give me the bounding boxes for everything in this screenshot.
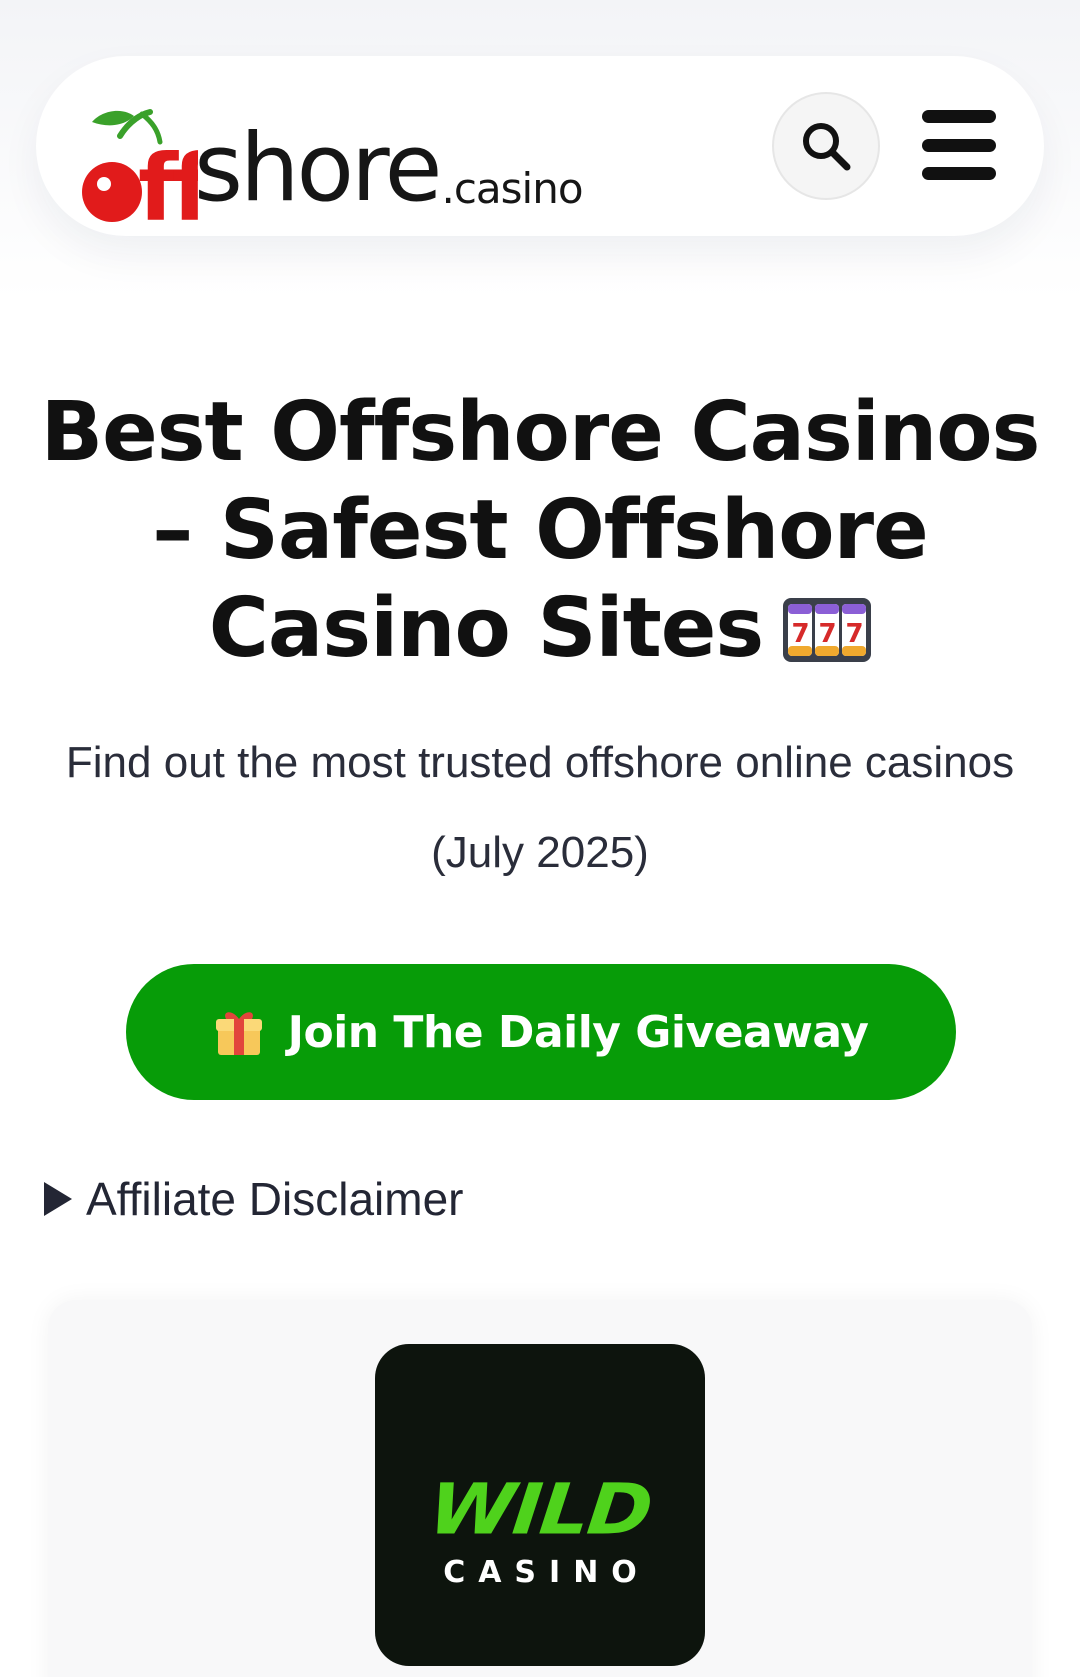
join-daily-giveaway-button[interactable]: Join The Daily Giveaway <box>126 964 956 1100</box>
page-title: Best Offshore Casinos – Safest Offshore … <box>20 384 1060 678</box>
disclosure-triangle-icon <box>44 1182 72 1216</box>
gift-icon <box>215 1012 262 1055</box>
menu-bar <box>922 138 996 152</box>
casino-logo-sub: CASINO <box>443 1554 650 1590</box>
search-button[interactable] <box>772 92 880 200</box>
affiliate-disclaimer-label: Affiliate Disclaimer <box>86 1173 464 1225</box>
site-header: ff shore .casino <box>36 56 1044 236</box>
cta-label: Join The Daily Giveaway <box>287 1006 869 1058</box>
casino-logo-word: WILD <box>424 1469 656 1550</box>
cherry-ff-logo-icon: ff <box>82 109 198 224</box>
svg-text:7: 7 <box>846 619 863 649</box>
slot-machine-777-icon: 7 7 7 <box>783 598 872 662</box>
svg-text:ff: ff <box>138 135 198 224</box>
logo-word: shore <box>194 114 442 223</box>
menu-bar <box>922 110 996 123</box>
hamburger-menu-button[interactable] <box>922 110 998 180</box>
site-logo[interactable]: ff shore .casino <box>80 84 584 224</box>
svg-text:7: 7 <box>792 619 809 649</box>
svg-text:7: 7 <box>819 619 836 649</box>
search-icon <box>803 123 851 171</box>
page-title-text: Best Offshore Casinos – Safest Offshore … <box>40 385 1041 676</box>
affiliate-disclaimer-toggle[interactable]: Affiliate Disclaimer <box>44 1172 463 1226</box>
page: ff shore .casino Best Offshore Casinos –… <box>0 0 1080 1677</box>
page-subtitle: Find out the most trusted offshore onlin… <box>65 738 1015 877</box>
menu-bar <box>922 167 996 180</box>
wild-casino-logo[interactable]: WILD CASINO <box>375 1344 705 1666</box>
logo-tld: .casino <box>441 164 583 213</box>
